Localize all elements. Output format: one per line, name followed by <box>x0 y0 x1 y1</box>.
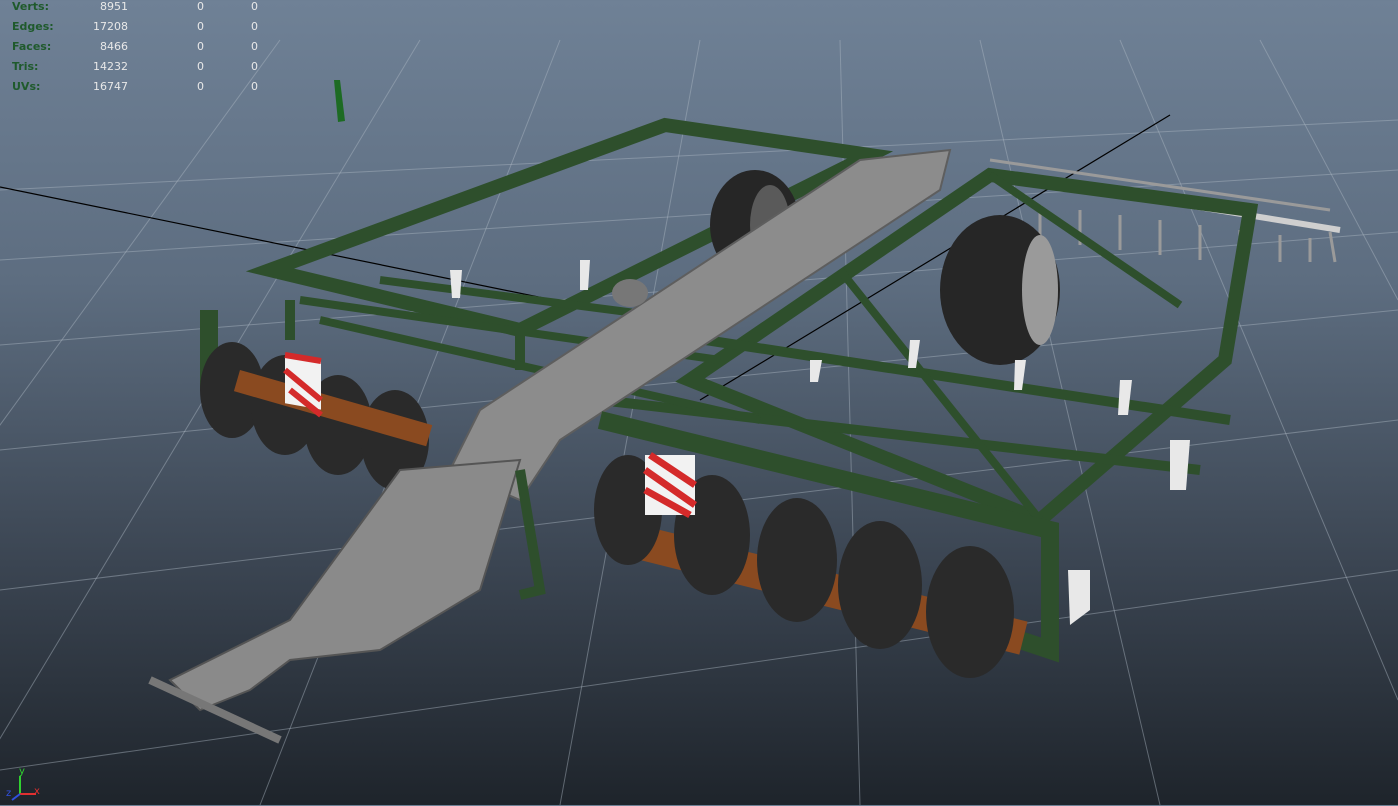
hud-label: Tris: <box>12 60 39 73</box>
hud-value: 0 <box>197 40 204 53</box>
hud-label: UVs: <box>12 80 41 93</box>
hud-value: 8466 <box>100 40 128 53</box>
hud-value: 0 <box>197 20 204 33</box>
hud-label: Edges: <box>12 20 54 33</box>
hud-row-verts: Verts: 8951 0 0 <box>12 0 272 20</box>
hud-value: 0 <box>197 80 204 93</box>
axis-gizmo-icon <box>11 776 36 801</box>
axis-y-label: y <box>19 766 25 777</box>
hud-label: Verts: <box>12 0 50 13</box>
hud-row-faces: Faces: 8466 0 0 <box>12 40 272 60</box>
green-marker <box>334 80 345 122</box>
hud-value: 17208 <box>93 20 128 33</box>
hud-row-tris: Tris: 14232 0 0 <box>12 60 272 80</box>
hud-value: 0 <box>197 60 204 73</box>
polycount-hud: Verts: 8951 0 0 Edges: 17208 0 0 Faces: … <box>12 0 272 100</box>
hud-row-uvs: UVs: 16747 0 0 <box>12 80 272 100</box>
3d-viewport[interactable] <box>0 0 1398 805</box>
hud-value: 0 <box>251 80 258 93</box>
hud-row-edges: Edges: 17208 0 0 <box>12 20 272 40</box>
hud-value: 0 <box>197 0 204 13</box>
warning-plate-right <box>642 452 698 519</box>
hud-value: 16747 <box>93 80 128 93</box>
hud-value: 0 <box>251 60 258 73</box>
rear-tire-right <box>940 215 1060 365</box>
axis-z-label: z <box>6 788 12 799</box>
hud-value: 0 <box>251 0 258 13</box>
hud-value: 0 <box>251 40 258 53</box>
hud-value: 8951 <box>100 0 128 13</box>
hud-value: 14232 <box>93 60 128 73</box>
axis-gizmo: y x z <box>6 766 46 802</box>
axis-x-label: x <box>34 786 40 797</box>
hud-label: Faces: <box>12 40 52 53</box>
hud-value: 0 <box>251 20 258 33</box>
